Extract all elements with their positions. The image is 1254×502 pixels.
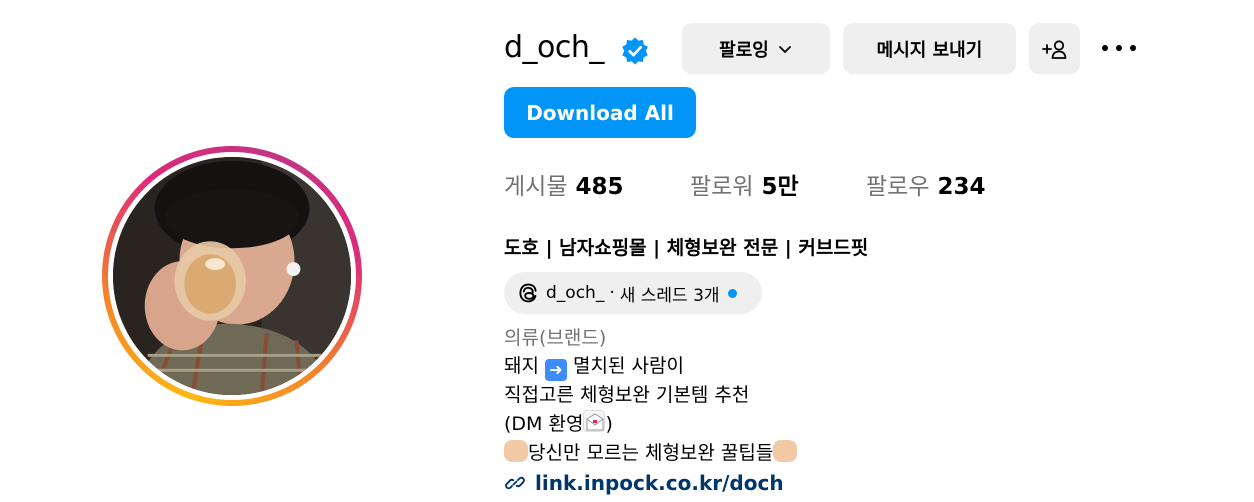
bio-text: 당신만 모르는 체형보완 꿀팁들 xyxy=(528,442,774,464)
following-stat[interactable]: 팔로우 234 xyxy=(866,172,986,202)
more-dot xyxy=(1130,45,1136,51)
new-indicator-dot xyxy=(727,288,737,298)
posts-stat: 게시물 485 xyxy=(504,172,624,202)
right-arrow-emoji-icon: ➜ xyxy=(545,359,567,381)
profile-category: 의류(브랜드) xyxy=(504,327,607,349)
followers-stat[interactable]: 팔로워 5만 xyxy=(690,172,799,202)
download-all-button[interactable]: Download All xyxy=(504,87,696,138)
fist-emoji-icon xyxy=(773,440,798,462)
following-label: 팔로우 xyxy=(866,174,930,200)
posts-label: 게시물 xyxy=(504,174,568,200)
avatar-border xyxy=(108,152,356,400)
username: d_och_ xyxy=(504,30,604,65)
more-options-icon[interactable] xyxy=(1100,34,1138,62)
verified-badge-icon xyxy=(622,37,648,65)
bio-line: (DM 환영) xyxy=(504,410,613,438)
external-link[interactable]: link.inpock.co.kr/doch xyxy=(504,468,784,498)
add-user-icon xyxy=(1041,39,1066,59)
threads-username: d_och_ xyxy=(546,283,605,303)
story-ring[interactable] xyxy=(102,146,362,406)
following-button[interactable]: 팔로잉 xyxy=(682,23,830,74)
threads-separator: · xyxy=(609,283,615,303)
link-text: link.inpock.co.kr/doch xyxy=(535,471,784,495)
full-name: 도호 | 남자쇼핑몰 | 체형보완 전문 | 커브드핏 xyxy=(504,237,869,259)
chevron-down-icon xyxy=(777,41,793,57)
message-button-label: 메시지 보내기 xyxy=(876,39,983,61)
posts-count: 485 xyxy=(575,174,624,200)
add-user-button[interactable] xyxy=(1029,23,1080,74)
following-button-label: 팔로잉 xyxy=(719,39,769,61)
bio-line: 직접고른 체형보완 기본템 추천 xyxy=(504,381,749,409)
more-dot xyxy=(1102,45,1108,51)
followers-label: 팔로워 xyxy=(690,174,754,200)
bio-text: 직접고른 체형보완 기본템 추천 xyxy=(504,384,750,406)
threads-icon xyxy=(516,281,540,305)
fist-emoji-icon xyxy=(504,440,528,462)
bio-text: (DM 환영 xyxy=(504,413,584,435)
followers-count: 5만 xyxy=(761,174,799,200)
threads-new-count: 새 스레드 3개 xyxy=(619,285,720,306)
envelope-emoji-icon xyxy=(583,410,606,432)
bio-text: 멸치된 사람이 xyxy=(567,355,684,377)
bio-line: 당신만 모르는 체형보완 꿀팁들 xyxy=(504,439,798,467)
avatar-photo-illustration xyxy=(113,157,351,395)
profile-avatar[interactable] xyxy=(113,157,351,395)
link-icon xyxy=(504,472,526,494)
threads-badge[interactable]: d_och_ · 새 스레드 3개 xyxy=(504,272,762,314)
bio-text: 돼지 xyxy=(504,355,545,377)
message-button[interactable]: 메시지 보내기 xyxy=(843,23,1016,74)
following-count: 234 xyxy=(937,174,986,200)
download-all-label: Download All xyxy=(526,100,674,125)
more-dot xyxy=(1116,45,1122,51)
bio-line: 돼지 ➜ 멸치된 사람이 xyxy=(504,352,684,381)
bio-text: ) xyxy=(605,413,613,435)
